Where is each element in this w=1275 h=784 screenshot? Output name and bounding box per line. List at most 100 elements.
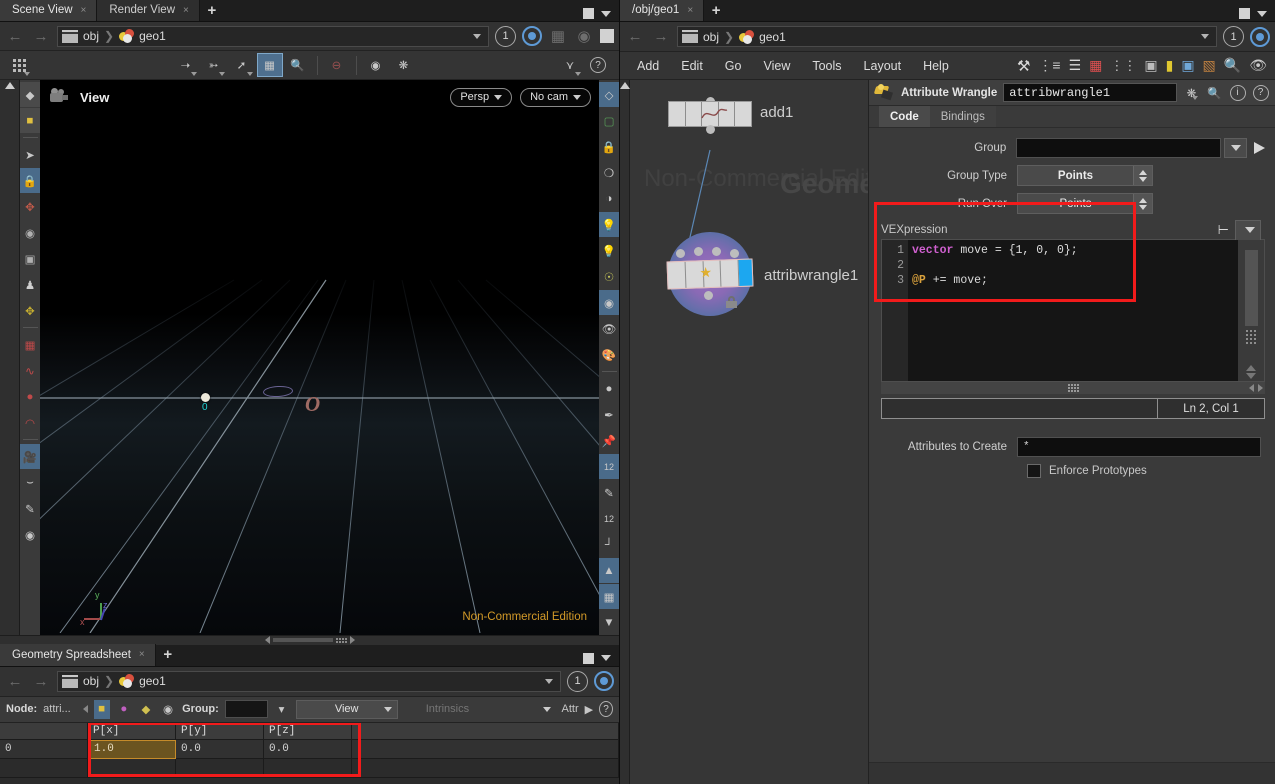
tab-render-view[interactable]: Render View ×	[97, 0, 200, 21]
material-diamond-icon[interactable]: ◆	[20, 82, 40, 108]
editor-scroll-up-icon[interactable]	[1246, 365, 1256, 371]
pane-menu-chevron-down-icon[interactable]	[601, 10, 611, 17]
point-icon[interactable]: ●	[599, 376, 619, 401]
spreadsheet-path-chevron-down-icon[interactable]	[545, 678, 553, 684]
attribwrangle1-lock-icon[interactable]	[726, 296, 737, 308]
box-icon[interactable]: ▧	[1203, 57, 1216, 74]
list-icon[interactable]: ☰	[1069, 57, 1082, 74]
spreadsheet-target-icon[interactable]	[594, 671, 614, 692]
spreadsheet-back-arrow-icon[interactable]: ←	[5, 671, 25, 691]
spreadsheet-add-tab-button[interactable]: +	[156, 644, 180, 666]
help-icon[interactable]: ?	[1252, 84, 1269, 101]
material-display-icon[interactable]: ◉	[574, 26, 594, 46]
point-light-icon[interactable]: 💡	[599, 238, 619, 263]
editor-horizontal-scrollbar[interactable]	[881, 382, 1265, 394]
editor-hsb-grip-icon[interactable]	[1067, 384, 1079, 392]
no-snap-icon[interactable]: ❍	[599, 160, 619, 185]
enforce-prototypes-checkbox[interactable]	[1027, 464, 1041, 478]
menu-layout[interactable]: Layout	[853, 52, 913, 80]
checker-icon[interactable]: ▦	[599, 584, 619, 610]
select-tool-icon[interactable]: ➝	[173, 53, 199, 77]
path-chevron-down-icon[interactable]	[473, 33, 481, 39]
magnet-grid-icon[interactable]: ▦	[20, 332, 40, 357]
spreadsheet-node-value[interactable]: attri...	[43, 703, 71, 715]
area-light-icon[interactable]: ☉	[599, 264, 619, 289]
hierarchy-icon[interactable]: ⋮≡	[1038, 57, 1060, 74]
magnet-curve-icon[interactable]: ∿	[20, 358, 40, 383]
network-menu-chevron-down-icon[interactable]	[1257, 10, 1267, 17]
spreadsheet-menu-chevron-down-icon[interactable]	[601, 655, 611, 662]
sticky-note-icon[interactable]: ▮	[1166, 57, 1174, 74]
network-target-icon[interactable]	[1250, 26, 1270, 47]
move-tool-icon-left[interactable]: ✥	[20, 194, 40, 219]
primitives-class-icon[interactable]: ◆	[138, 700, 154, 719]
search-icon[interactable]: 🔍	[1224, 57, 1241, 74]
layout-icon[interactable]: ▣	[1144, 57, 1157, 74]
aw-input-2-connector[interactable]	[694, 247, 703, 256]
editor-scroll-down-icon[interactable]	[1246, 373, 1256, 379]
tab-network-editor[interactable]: /obj/geo1 ×	[620, 0, 705, 21]
no-entry-icon[interactable]: ⊖	[324, 53, 350, 77]
hide-other-icon[interactable]: 👁	[599, 316, 619, 341]
forward-arrow-icon[interactable]: →	[31, 26, 51, 46]
editor-resize-grip-icon[interactable]	[1246, 330, 1256, 344]
camera-dropdown[interactable]: No cam	[520, 87, 591, 107]
menu-edit[interactable]: Edit	[670, 52, 714, 80]
spreadsheet-maximize-icon[interactable]	[583, 652, 594, 664]
detail-class-icon[interactable]: ◉	[160, 700, 176, 719]
insert-parameter-icon[interactable]: ⊢	[1218, 222, 1229, 238]
back-arrow-icon[interactable]: ←	[5, 26, 25, 46]
parameter-node-name-input[interactable]: attribwrangle1	[1003, 83, 1177, 102]
network-add-tab-button[interactable]: +	[704, 0, 728, 21]
aw-input-1-connector[interactable]	[676, 249, 685, 258]
editor-code-area[interactable]: vector move = {1, 0, 0}; @P += move;	[908, 240, 1238, 381]
network-forward-arrow-icon[interactable]: →	[651, 27, 671, 47]
select-geometry-icon[interactable]: ▢	[599, 108, 619, 133]
tab-render-view-close[interactable]: ×	[183, 5, 189, 16]
geometry-point[interactable]	[201, 393, 210, 403]
brush-icon[interactable]: ✎	[599, 480, 619, 505]
info-icon[interactable]: i	[1229, 84, 1246, 101]
persp-dropdown[interactable]: Persp	[450, 87, 513, 107]
scene-path-field[interactable]: obj ❯ geo1	[57, 25, 489, 47]
points-class-icon[interactable]: ■	[93, 699, 110, 719]
network-index-badge[interactable]: 1	[1223, 26, 1244, 47]
spreadsheet-prev-icon[interactable]	[82, 705, 88, 714]
paint-icon[interactable]: 🎨	[599, 342, 619, 367]
node-add1[interactable]: add1	[668, 97, 793, 134]
aw-output-connector[interactable]	[704, 291, 713, 300]
spreadsheet-help-icon[interactable]: ?	[599, 701, 613, 718]
network-path-chevron-down-icon[interactable]	[1201, 34, 1209, 39]
material-sphere-icon[interactable]: ◉	[599, 290, 619, 316]
tab-network-editor-close[interactable]: ×	[687, 5, 693, 16]
collapse-icon[interactable]: ▼	[599, 610, 619, 635]
pane-layout-icon[interactable]	[600, 29, 614, 44]
attribwrangle1-box[interactable]: ★	[666, 258, 754, 290]
paper-plane-icon[interactable]: ▲	[599, 558, 619, 584]
handle-tool-icon[interactable]: ➳	[201, 53, 227, 77]
maximize-pane-icon[interactable]	[583, 8, 594, 19]
spreadsheet-index-badge[interactable]: 1	[567, 670, 588, 692]
tab-code[interactable]: Code	[879, 106, 930, 127]
tab-geometry-spreadsheet[interactable]: Geometry Spreadsheet ×	[0, 643, 156, 666]
grid-dots-icon[interactable]	[6, 53, 32, 77]
group-type-spinner-icon[interactable]	[1133, 166, 1152, 185]
help-icon[interactable]: ?	[585, 53, 611, 77]
box-display-icon[interactable]: ▦	[548, 26, 568, 46]
num12-point-icon[interactable]: 12	[599, 454, 619, 480]
network-back-arrow-icon[interactable]: ←	[625, 27, 645, 47]
aw-input-3-connector[interactable]	[712, 247, 721, 256]
node-tree-icon[interactable]: ⋎	[557, 53, 583, 77]
run-over-select[interactable]: Points	[1017, 193, 1153, 214]
pose-tool-icon[interactable]: ♟	[20, 272, 40, 297]
film-reel-icon[interactable]: ◉	[20, 522, 40, 547]
menu-go[interactable]: Go	[714, 52, 753, 80]
light-bulb-icon[interactable]: 💡	[599, 212, 619, 238]
vexpression-editor[interactable]: 1 2 3 vector move = {1, 0, 0}; @P += mov…	[881, 239, 1265, 382]
tab-scene-view[interactable]: Scene View ×	[0, 0, 98, 21]
ghost-icon[interactable]: ◑	[599, 186, 619, 211]
num12-brush-icon[interactable]: 12	[599, 506, 619, 531]
group-input[interactable]	[1016, 138, 1222, 158]
spreadsheet-attr-arrow-icon[interactable]: ▶	[585, 703, 593, 716]
snap-toggle-icon[interactable]: ▦	[256, 53, 283, 78]
